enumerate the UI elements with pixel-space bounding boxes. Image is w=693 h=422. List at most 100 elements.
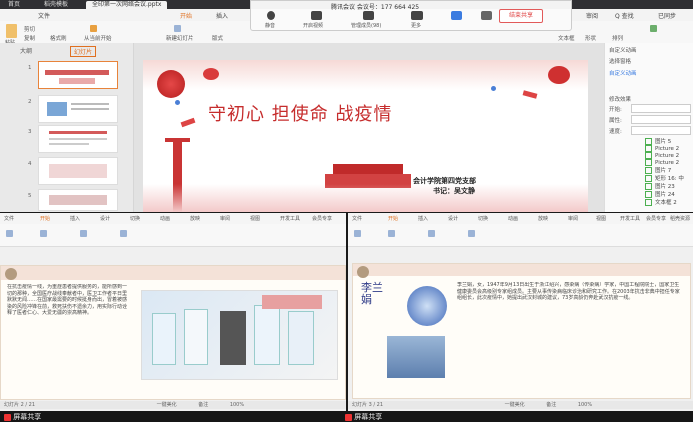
from-current-button[interactable]: 从当前开始 [84,34,112,42]
left-menu-slideshow[interactable]: 放映 [190,215,200,222]
custom-animation-tab[interactable]: 自定义动画 [609,69,637,77]
right-notes-button[interactable]: 备注 [546,402,556,408]
left-play-icon[interactable] [40,230,47,237]
right-zoom-level[interactable]: 100% [578,402,592,408]
right-paste-icon[interactable] [354,230,361,237]
selection-handle[interactable] [491,86,496,91]
new-slide-button[interactable]: 新建幻灯片 [166,34,194,42]
slide-thumbnail[interactable] [38,61,118,89]
end-share-button[interactable]: 结束共享 [499,9,543,23]
right-menu-insert[interactable]: 插入 [418,215,428,222]
tab-document[interactable]: 全印第一次网络会议.pptx [86,1,168,9]
banner-decoration [262,295,322,309]
current-slide[interactable]: 守初心 担使命 战疫情 会计学院第四党支部 书记：吴文静 [143,60,588,212]
left-menu-transition[interactable]: 切换 [130,215,140,222]
left-slide[interactable]: 在抗击疫情一线，为重症患者提供服务的，能所感到一切的那种，全国医疗战线奉献者中，… [0,265,346,400]
chat-icon[interactable] [481,11,492,20]
menu-insert[interactable]: 插入 [216,11,228,20]
animation-item[interactable]: 图片 23 [645,182,691,190]
right-menu-view[interactable]: 视图 [596,215,606,222]
paste-icon[interactable] [6,24,17,38]
cut-button[interactable]: 剪切 [24,25,35,33]
left-menu-home[interactable]: 开始 [40,215,50,222]
left-menu-insert[interactable]: 插入 [70,215,80,222]
animation-item[interactable]: 图片 7 [645,166,691,174]
search-box[interactable]: Q 查找 [615,11,634,20]
format-painter-button[interactable]: 格式刷 [50,34,67,42]
more-icon[interactable] [411,11,423,20]
left-zoom-level[interactable]: 100% [230,402,244,408]
left-menu-view[interactable]: 视图 [250,215,260,222]
right-menu-docer[interactable]: 稻壳资源 [670,215,690,222]
property-select[interactable] [631,115,691,124]
left-paste-icon[interactable] [6,230,13,237]
textbox-button[interactable]: 文本框 [558,34,575,42]
meeting-title: 腾讯会议 会议号：177 664 425 [331,4,420,11]
right-slide-header-decoration [353,264,690,276]
left-menu-file[interactable]: 文件 [4,215,14,222]
arrange-button[interactable]: 排列 [612,34,623,42]
select-pane-button[interactable]: 选择窗格 [609,57,631,65]
share-left[interactable]: 屏幕共享 [4,412,41,422]
left-menu-vip[interactable]: 会员专享 [312,215,332,222]
menu-file[interactable]: 文件 [38,11,50,20]
right-menu-animation[interactable]: 动画 [508,215,518,222]
left-menu-animation[interactable]: 动画 [160,215,170,222]
slides-tab[interactable]: 幻灯片 [70,46,97,57]
thumb-number: 2 [28,99,32,105]
share-screen-icon[interactable] [451,11,462,20]
animation-item[interactable]: Picture 2 [645,152,691,159]
left-layout-icon[interactable] [120,230,127,237]
right-menu-vip[interactable]: 会员专享 [646,215,666,222]
right-menu-slideshow[interactable]: 放映 [538,215,548,222]
animation-item[interactable]: 矩形 16: 中 [645,174,691,182]
slide-thumbnail[interactable] [38,157,118,185]
right-menu-review[interactable]: 审阅 [568,215,578,222]
speed-select[interactable] [631,126,691,135]
menu-review[interactable]: 审阅 [586,11,598,20]
right-menu-transition[interactable]: 切换 [478,215,488,222]
menu-home[interactable]: 开始 [180,11,192,20]
slide-thumbnail[interactable] [38,125,118,153]
animation-item[interactable]: Picture 2 [645,159,691,166]
slide-thumbnail[interactable] [38,95,118,123]
right-menu-design[interactable]: 设计 [448,215,458,222]
left-menu-review[interactable]: 审阅 [220,215,230,222]
animation-item[interactable]: Picture 2 [645,145,691,152]
animation-item[interactable]: 文本框 2 [645,198,691,206]
left-status-bar: 幻灯片 2 / 21 一键美化 备注 100% [0,401,346,409]
left-menu-design[interactable]: 设计 [100,215,110,222]
left-beautify-button[interactable]: 一键美化 [157,402,177,408]
right-slide[interactable]: 李兰娟 李兰娟，女，1947年9月13日出生于浙江绍兴，感染病（传染病）学家，中… [352,263,691,399]
start-select[interactable] [631,104,691,113]
right-menu-dev[interactable]: 开发工具 [620,215,640,222]
right-presentation-window: 文件 开始 插入 设计 切换 动画 放映 审阅 视图 开发工具 会员专享 稻壳资… [348,213,693,411]
right-menu-file[interactable]: 文件 [352,215,362,222]
slide-thumbnail[interactable] [38,189,118,211]
style-icon[interactable] [650,25,657,32]
animation-item[interactable]: 图片 24 [645,190,691,198]
layout-button[interactable]: 版式 [212,34,223,42]
left-menu-dev[interactable]: 开发工具 [280,215,300,222]
left-notes-button[interactable]: 备注 [198,402,208,408]
members-icon[interactable] [363,11,374,20]
tab-docer[interactable]: 稻壳模板 [38,1,74,9]
shape-button[interactable]: 形状 [585,34,596,42]
right-menu-home[interactable]: 开始 [388,215,398,222]
copy-button[interactable]: 复制 [24,34,35,42]
right-play-icon[interactable] [388,230,395,237]
outline-tab[interactable]: 大纲 [20,46,32,55]
microphone-icon[interactable] [267,11,275,20]
left-new-slide-icon[interactable] [80,230,87,237]
play-icon[interactable] [90,25,97,32]
selection-handle[interactable] [175,100,180,105]
sync-status[interactable]: 已同步 [658,11,676,20]
right-new-slide-icon[interactable] [428,230,435,237]
right-layout-icon[interactable] [468,230,475,237]
animation-item[interactable]: 图片 5 [645,137,691,145]
tab-home[interactable]: 首页 [2,1,26,9]
camera-icon[interactable] [311,11,322,20]
right-beautify-button[interactable]: 一键美化 [505,402,525,408]
share-right[interactable]: 屏幕共享 [345,412,382,422]
new-slide-icon[interactable] [174,25,181,32]
